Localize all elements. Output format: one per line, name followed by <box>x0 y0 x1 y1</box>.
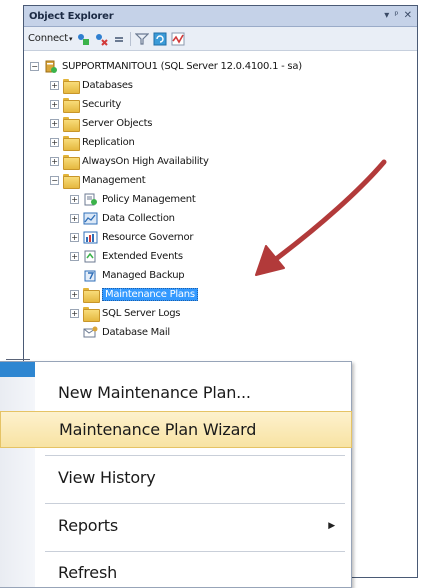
tree-node-management[interactable]: − Management <box>50 171 146 190</box>
connect-label: Connect <box>28 33 68 44</box>
menu-item-new-maintenance-plan[interactable]: New Maintenance Plan... <box>0 374 352 411</box>
menu-item-maintenance-plan-wizard[interactable]: Maintenance Plan Wizard <box>0 411 352 448</box>
expand-toggle[interactable]: + <box>70 290 79 299</box>
toolbar-separator <box>130 31 132 46</box>
tree-node-policy-management[interactable]: + Policy Management <box>70 190 196 209</box>
tree-node-label: AlwaysOn High Availability <box>82 156 209 167</box>
extended-events-icon <box>83 250 98 263</box>
expand-toggle[interactable]: + <box>50 138 59 147</box>
folder-icon <box>63 155 80 170</box>
tree-node-label: SQL Server Logs <box>102 308 181 319</box>
submenu-arrow-icon: ▶ <box>328 520 335 531</box>
menu-item-reports[interactable]: Reports ▶ <box>0 507 352 544</box>
menu-edge-line <box>6 359 30 360</box>
tree-node-label: Policy Management <box>102 194 196 205</box>
tree-node-label: Database Mail <box>102 327 170 338</box>
menu-item-refresh[interactable]: Refresh <box>0 554 352 588</box>
context-menu: New Maintenance Plan... Maintenance Plan… <box>0 359 352 588</box>
disconnect-icon[interactable] <box>94 32 108 46</box>
database-mail-icon <box>83 326 98 339</box>
menu-item-view-history[interactable]: View History <box>0 459 352 496</box>
connect-object-icon[interactable] <box>76 32 90 46</box>
menu-item-label: Refresh <box>58 563 118 582</box>
expand-toggle[interactable]: + <box>70 309 79 318</box>
tree-node-sql-server-logs[interactable]: + SQL Server Logs <box>70 304 181 323</box>
object-explorer-titlebar: Object Explorer ▾ ᵖ ✕ <box>24 6 417 27</box>
window-position-icon[interactable]: ▾ <box>384 10 389 22</box>
tree-node-label: Server Objects <box>82 118 153 129</box>
collapse-toggle[interactable]: − <box>30 62 39 71</box>
menu-item-label: Maintenance Plan Wizard <box>59 420 257 439</box>
expand-toggle[interactable]: + <box>70 252 79 261</box>
tree-node-alwayson[interactable]: + AlwaysOn High Availability <box>50 152 209 171</box>
policy-icon <box>83 193 98 206</box>
folder-icon <box>63 136 80 151</box>
menu-item-label: View History <box>58 468 156 487</box>
tree-node-server[interactable]: − SUPPORTMANITOU1 (SQL Server 12.0.4100.… <box>30 57 302 76</box>
folder-icon <box>63 79 80 94</box>
tree-node-database-mail[interactable]: Database Mail <box>70 323 170 342</box>
collapse-toggle[interactable]: − <box>50 176 59 185</box>
pin-icon[interactable]: ᵖ <box>394 10 398 22</box>
tree-node-label: SUPPORTMANITOU1 (SQL Server 12.0.4100.1 … <box>62 61 302 72</box>
tree-node-data-collection[interactable]: + Data Collection <box>70 209 175 228</box>
resource-governor-icon <box>83 231 98 244</box>
object-explorer-toolbar: Connect ▾ <box>24 27 417 51</box>
tree-node-replication[interactable]: + Replication <box>50 133 135 152</box>
menu-separator <box>45 551 345 552</box>
tree-node-security[interactable]: + Security <box>50 95 121 114</box>
close-icon[interactable]: ✕ <box>404 10 412 22</box>
stop-icon[interactable] <box>112 32 126 46</box>
folder-icon <box>83 307 100 322</box>
data-collection-icon <box>83 212 98 225</box>
server-icon <box>43 60 58 73</box>
expand-toggle[interactable]: + <box>70 195 79 204</box>
tree-node-extended-events[interactable]: + Extended Events <box>70 247 183 266</box>
folder-icon <box>63 174 80 189</box>
expand-toggle[interactable]: + <box>70 214 79 223</box>
tree-node-label: Data Collection <box>102 213 175 224</box>
expand-toggle[interactable]: + <box>50 81 59 90</box>
tree-node-label: Management <box>82 175 146 186</box>
tree-node-label: Databases <box>82 80 133 91</box>
tree-node-label: Managed Backup <box>102 270 185 281</box>
expand-toggle[interactable]: + <box>50 119 59 128</box>
tree-node-maintenance-plans[interactable]: + Maintenance Plans <box>70 285 198 304</box>
folder-icon <box>83 288 100 303</box>
tree-node-resource-governor[interactable]: + Resource Governor <box>70 228 193 247</box>
object-explorer-title: Object Explorer <box>29 10 114 22</box>
refresh-icon[interactable] <box>153 32 167 46</box>
titlebar-controls: ▾ ᵖ ✕ <box>384 10 412 22</box>
tree-node-label: Replication <box>82 137 135 148</box>
tree-node-label: Security <box>82 99 122 110</box>
menu-item-label: New Maintenance Plan... <box>58 383 251 402</box>
filter-icon[interactable] <box>135 32 150 46</box>
connect-button[interactable]: Connect ▾ <box>28 33 73 44</box>
expand-toggle[interactable]: + <box>70 233 79 242</box>
tree-node-databases[interactable]: + Databases <box>50 76 133 95</box>
tree-node-label: Resource Governor <box>102 232 194 243</box>
expand-toggle[interactable]: + <box>50 100 59 109</box>
tree-node-label: Extended Events <box>102 251 183 262</box>
expand-toggle[interactable]: + <box>50 157 59 166</box>
menu-separator <box>45 503 345 504</box>
tree-node-managed-backup[interactable]: Managed Backup <box>70 266 185 285</box>
activity-monitor-icon[interactable] <box>171 32 185 46</box>
tree-node-server-objects[interactable]: + Server Objects <box>50 114 153 133</box>
folder-icon <box>63 98 80 113</box>
folder-icon <box>63 117 80 132</box>
menu-item-label: Reports <box>58 516 118 535</box>
tree-node-label-selected: Maintenance Plans <box>102 288 198 301</box>
menu-separator <box>45 455 345 456</box>
chevron-down-icon: ▾ <box>68 34 73 43</box>
managed-backup-icon <box>83 269 98 282</box>
